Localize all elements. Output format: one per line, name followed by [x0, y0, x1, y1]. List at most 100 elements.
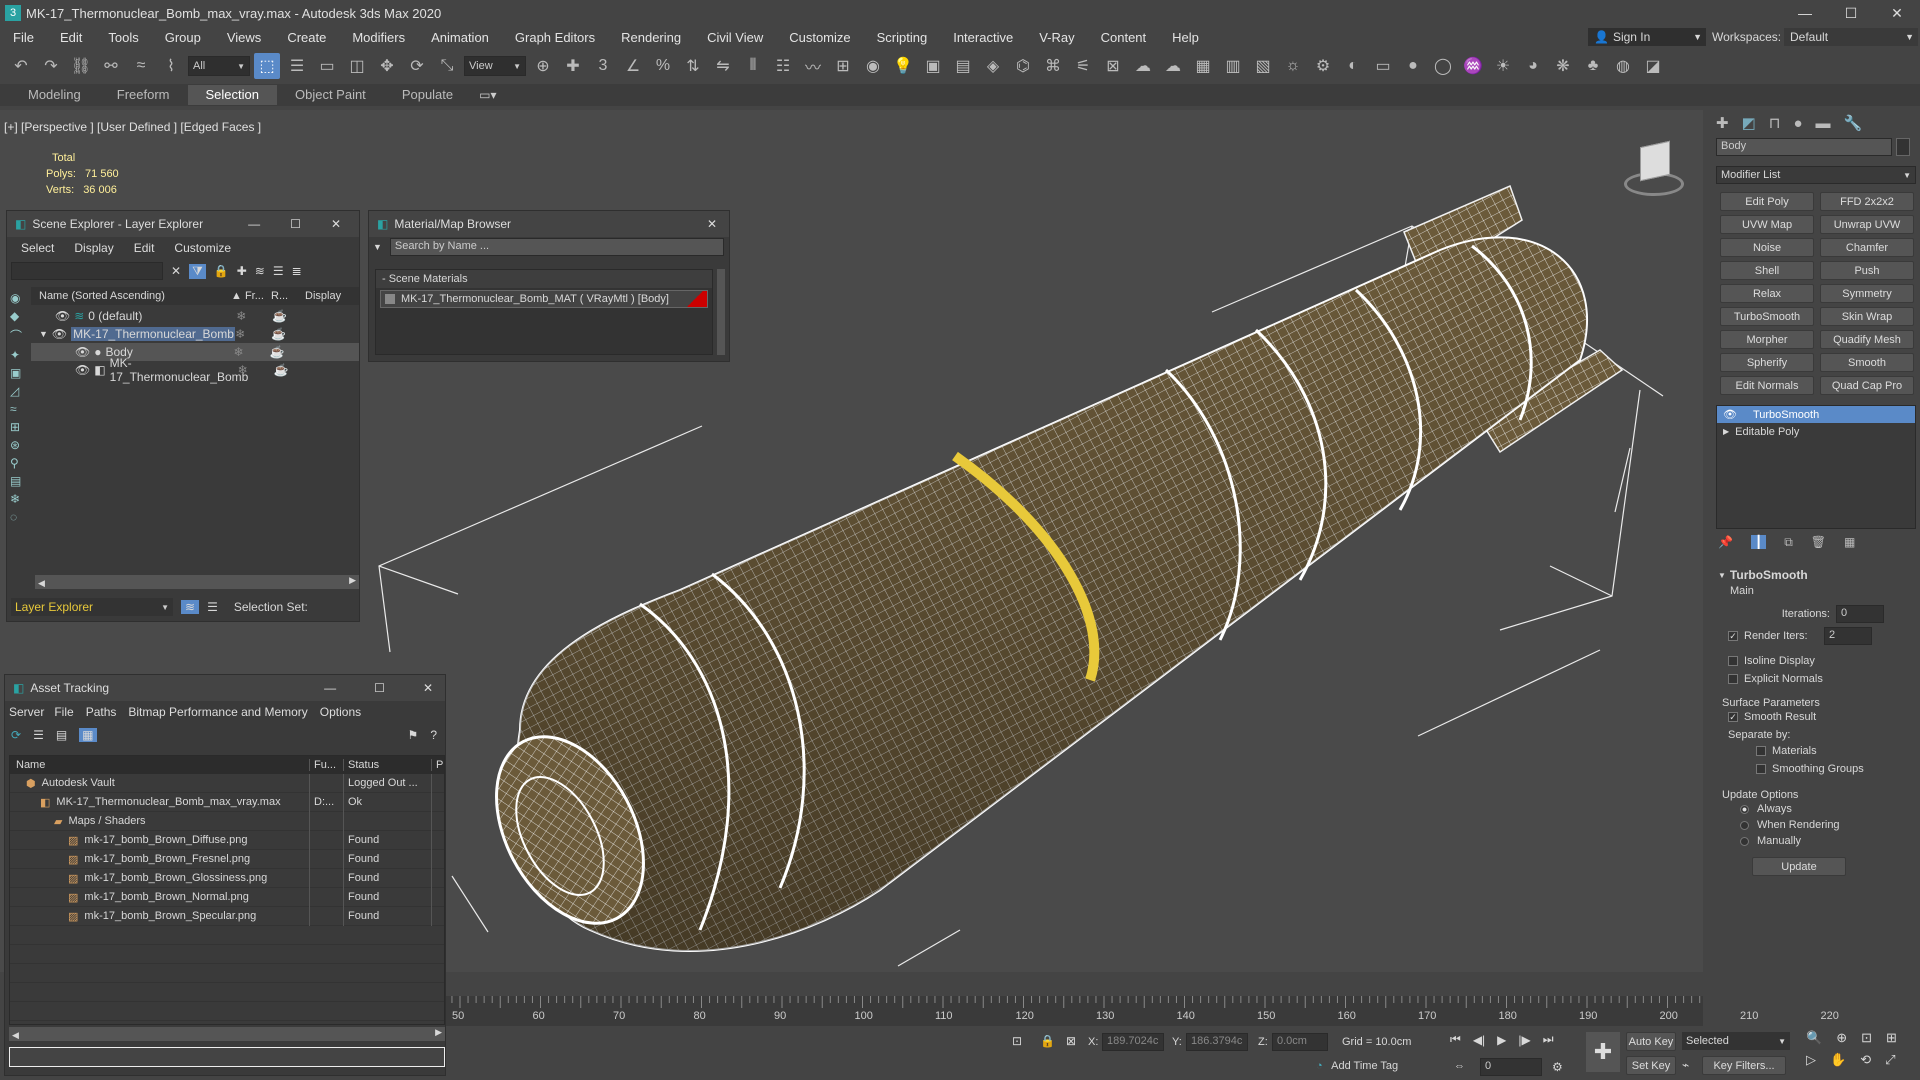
selection-set-dropdown[interactable]: Selected ▼ — [1682, 1032, 1790, 1050]
menu-file[interactable]: File — [0, 30, 47, 45]
vray-tool-icon[interactable]: ◍ — [1610, 53, 1636, 79]
list-view-icon[interactable]: ☰ — [33, 728, 44, 742]
vray-tool-icon[interactable]: ▥ — [1220, 53, 1246, 79]
x-coordinate-field[interactable]: 189.7024c — [1102, 1033, 1164, 1051]
vray-fur-icon[interactable]: ♒ — [1460, 53, 1486, 79]
vray-tool-icon[interactable]: ◐ — [1340, 53, 1366, 79]
quad-cap-pro-button[interactable]: Quad Cap Pro — [1820, 376, 1914, 395]
vray-frame-buffer-icon[interactable]: ▦ — [1190, 53, 1216, 79]
rotate-icon[interactable]: ⟳ — [404, 53, 430, 79]
key-mode-icon[interactable]: ⇔ — [1454, 1060, 1465, 1072]
asset-path-input[interactable] — [9, 1047, 445, 1067]
smooth-button[interactable]: Smooth — [1820, 353, 1914, 372]
current-frame-field[interactable]: 0 — [1480, 1058, 1542, 1076]
always-radio[interactable] — [1740, 804, 1749, 814]
time-tag-icon[interactable]: ◔ — [1316, 1060, 1323, 1072]
smoothing-groups-checkbox[interactable] — [1756, 764, 1766, 775]
menu-edit[interactable]: Edit — [124, 241, 165, 255]
push-button[interactable]: Push — [1820, 261, 1914, 280]
isoline-checkbox[interactable] — [1728, 656, 1738, 667]
add-time-tag-label[interactable]: Add Time Tag — [1331, 1060, 1398, 1072]
spherify-button[interactable]: Spherify — [1720, 353, 1814, 372]
ffd-button[interactable]: FFD 2x2x2 — [1820, 192, 1914, 211]
scale-icon[interactable]: ⤡ — [434, 53, 460, 79]
thumbnail-view-icon[interactable]: ▤ — [56, 728, 67, 742]
menu-content[interactable]: Content — [1088, 30, 1160, 45]
mirror-icon[interactable]: ⇋ — [710, 53, 736, 79]
vray-plane-icon[interactable]: ▭ — [1370, 53, 1396, 79]
vray-tool-icon[interactable]: ⌘ — [1040, 53, 1066, 79]
freeze-icon[interactable]: ❄ — [235, 327, 271, 341]
freeze-icon[interactable]: ❄ — [238, 363, 274, 377]
col-name-header[interactable]: Name (Sorted Ascending) — [31, 290, 231, 302]
light-icon[interactable]: 💡 — [890, 53, 916, 79]
maximize-viewport-icon[interactable]: ⤢ — [1885, 1052, 1895, 1068]
asset-row[interactable]: ▰ Maps / Shaders — [10, 811, 444, 831]
col-frozen-header[interactable]: ▲ Fr... — [231, 290, 271, 302]
go-to-end-icon[interactable]: ⏭ — [1543, 1032, 1554, 1047]
materials-checkbox[interactable] — [1756, 746, 1766, 757]
tree-row[interactable]: 👁 ≋ 0 (default) ❄ ☕ — [31, 307, 359, 325]
bind-icon[interactable]: ⌇ — [158, 53, 184, 79]
set-key-button[interactable]: Set Key — [1626, 1056, 1676, 1075]
layer-icon[interactable]: ≋ — [255, 264, 265, 278]
unwrap-uvw-button[interactable]: Unwrap UVW — [1820, 215, 1914, 234]
space-warps-icon[interactable]: ≈ — [10, 402, 26, 416]
layer-mode-icon[interactable]: ≋ — [181, 600, 200, 614]
close-icon[interactable]: ✕ — [331, 217, 341, 231]
utilities-tab-icon[interactable]: 🔧 — [1844, 114, 1863, 132]
layer-manager-icon[interactable]: ☷ — [770, 53, 796, 79]
menu-vray[interactable]: V-Ray — [1026, 30, 1087, 45]
zoom-extents-all-icon[interactable]: ⊞ — [1886, 1030, 1897, 1046]
selection-lock-icon[interactable]: 🔒 — [1040, 1034, 1055, 1048]
col-full-path-header[interactable]: Fu... — [310, 759, 344, 771]
hierarchy-mode-icon[interactable]: ☰ — [207, 600, 218, 614]
play-icon[interactable]: ▶ — [1497, 1033, 1506, 1047]
stack-item-turbosmooth[interactable]: 👁 TurboSmooth — [1717, 406, 1915, 423]
render-teapot-icon[interactable]: ☕ — [269, 345, 284, 359]
snap-3d-icon[interactable]: 3 — [590, 53, 616, 79]
freeze-icon[interactable]: ❄ — [233, 345, 269, 359]
tab-populate[interactable]: Populate — [384, 85, 471, 105]
material-search-input[interactable]: Search by Name ... — [389, 238, 724, 256]
bind-space-warp-icon[interactable]: ≈ — [128, 53, 154, 79]
tree-row[interactable]: ▼ 👁 MK-17_Thermonuclear_Bomb ❄ ☕ — [31, 325, 359, 343]
select-object-icon[interactable]: ⬚ — [254, 53, 280, 79]
configure-sets-icon[interactable]: ▦ — [1844, 535, 1855, 549]
ref-coord-dropdown[interactable]: View ▼ — [464, 56, 526, 76]
tab-modeling[interactable]: Modeling — [10, 85, 99, 105]
eye-icon[interactable]: 👁 — [1723, 408, 1737, 421]
visibility-eye-icon[interactable]: 👁 — [55, 309, 70, 323]
col-display-header[interactable]: Display — [305, 290, 341, 302]
menu-create[interactable]: Create — [274, 30, 339, 45]
schematic-view-icon[interactable]: ⊞ — [830, 53, 856, 79]
scene-explorer-scrollbar[interactable]: ◀ ▶ — [35, 575, 359, 589]
manually-radio[interactable] — [1740, 836, 1749, 846]
vray-tool-icon[interactable]: ♣ — [1580, 53, 1606, 79]
relax-button[interactable]: Relax — [1720, 284, 1814, 303]
field-of-view-icon[interactable]: ▷ — [1806, 1052, 1816, 1068]
remove-modifier-icon[interactable]: 🗑 — [1811, 535, 1826, 549]
frozen-icon[interactable]: ❄ — [10, 492, 26, 506]
display-tab-icon[interactable]: ▬ — [1816, 115, 1831, 132]
scene-materials-section[interactable]: - Scene Materials — [376, 270, 712, 288]
asset-row[interactable]: ▨ mk-17_bomb_Brown_Normal.png Found — [10, 887, 444, 907]
highlight-editable-icon[interactable]: ⚑ — [408, 728, 419, 742]
time-config-icon[interactable]: ⚙ — [1552, 1060, 1563, 1074]
noise-button[interactable]: Noise — [1720, 238, 1814, 257]
menu-customize[interactable]: Customize — [164, 241, 241, 255]
modify-tab-icon[interactable]: ◩ — [1742, 114, 1756, 132]
maximize-icon[interactable]: ☐ — [290, 217, 301, 231]
sign-in-dropdown[interactable]: 👤 Sign In ▼ — [1588, 28, 1706, 46]
close-icon[interactable]: ✕ — [707, 217, 717, 231]
menu-server[interactable]: Server — [5, 705, 48, 719]
expand-arrow-icon[interactable]: ▼ — [39, 329, 48, 339]
lock-icon[interactable]: 🔒 — [214, 264, 229, 278]
window-crossing-icon[interactable]: ◫ — [344, 53, 370, 79]
vray-tool-icon[interactable]: ❋ — [1550, 53, 1576, 79]
menu-group[interactable]: Group — [152, 30, 214, 45]
zoom-extents-icon[interactable]: ⊡ — [1861, 1030, 1872, 1046]
asset-row[interactable]: ⬢ Autodesk Vault Logged Out ... — [10, 773, 444, 793]
minimize-icon[interactable]: — — [248, 217, 260, 231]
scroll-right-icon[interactable]: ▶ — [435, 1027, 442, 1038]
